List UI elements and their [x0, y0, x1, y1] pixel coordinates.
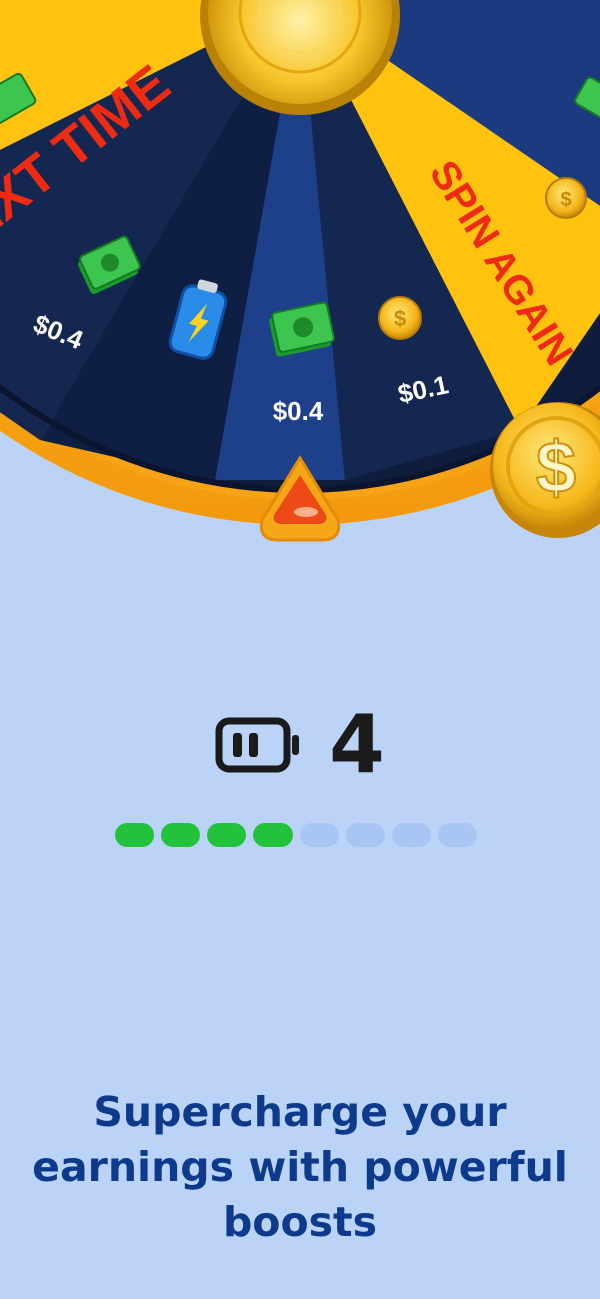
svg-text:$: $ — [560, 189, 571, 211]
energy-count: 4 — [329, 698, 385, 791]
prize-label-center: $0.4 — [273, 396, 324, 426]
progress-segment-filled — [253, 823, 293, 847]
svg-text:$: $ — [394, 306, 406, 331]
progress-segment-filled — [115, 823, 155, 847]
progress-segment-empty — [345, 823, 385, 847]
progress-segment-empty — [391, 823, 431, 847]
coin-icon: $ — [545, 177, 587, 219]
headline: Supercharge your earnings with powerful … — [32, 1088, 568, 1246]
battery-icon — [215, 717, 300, 773]
progress-segment-filled — [207, 823, 247, 847]
svg-text:$: $ — [536, 428, 576, 508]
progress-segment-empty — [299, 823, 339, 847]
progress-segment-empty — [437, 823, 477, 847]
progress-segment-filled — [161, 823, 201, 847]
energy-progress-bar — [115, 823, 477, 847]
prize-wheel[interactable]: NEXT TIME SPIN AGAIN $0.4 $0.4 $0.1 $ $ — [0, 0, 600, 560]
energy-counter: 4 — [0, 700, 600, 790]
coin-icon: $ — [378, 296, 422, 340]
